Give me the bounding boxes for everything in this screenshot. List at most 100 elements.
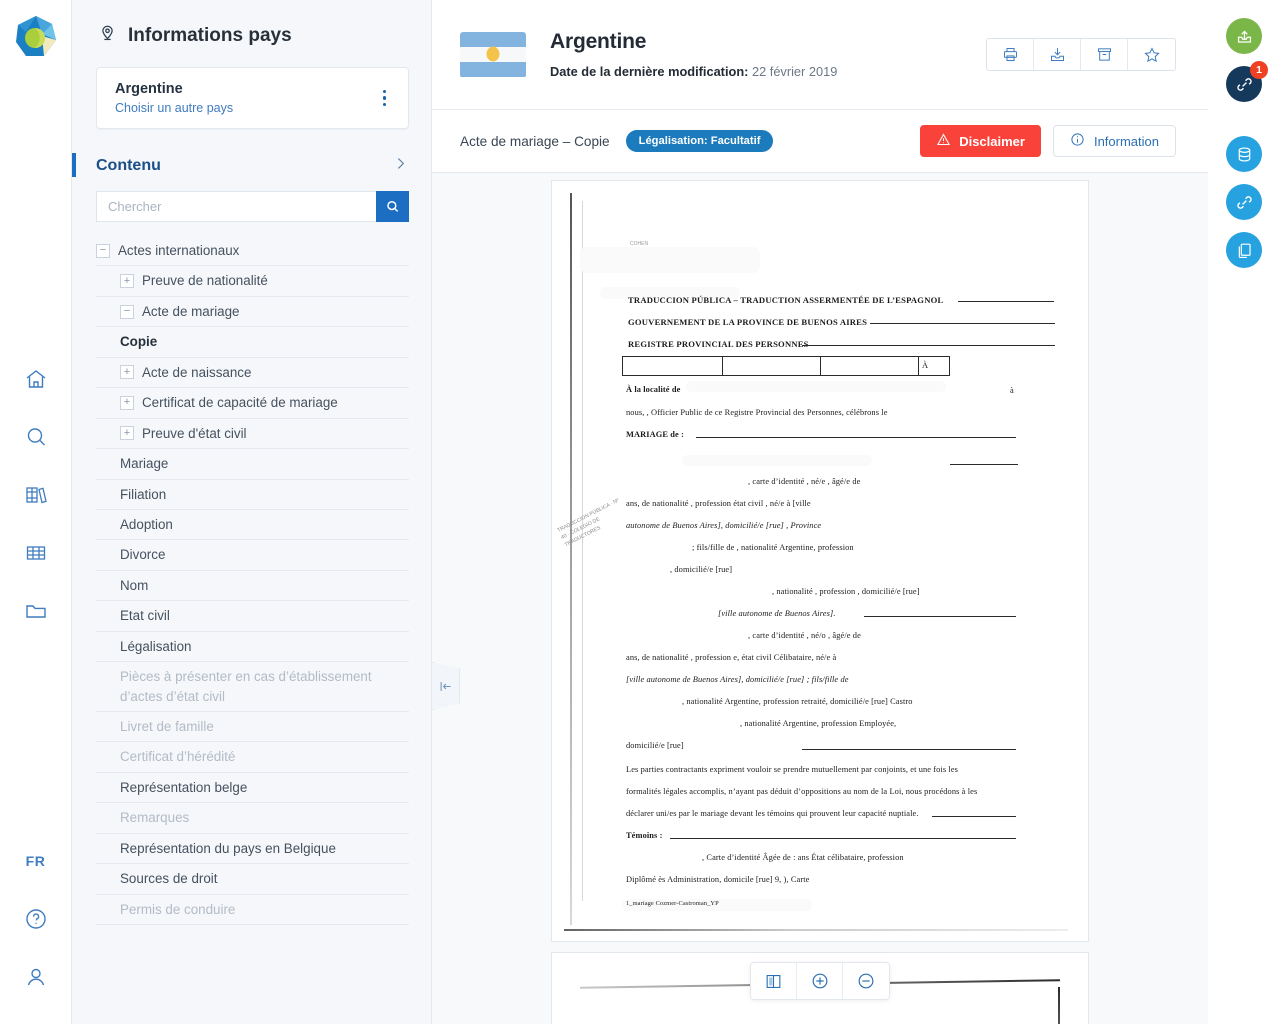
expand-icon[interactable]: +: [120, 395, 134, 410]
help-circle-icon[interactable]: [12, 890, 60, 948]
expand-icon[interactable]: +: [120, 365, 134, 380]
tree-item-label: Mariage: [120, 456, 169, 472]
tree-item[interactable]: − Acte de mariage: [96, 297, 409, 328]
header-text-block: Argentine Date de la dernière modificati…: [550, 30, 837, 79]
right-icon-rail: 1: [1208, 0, 1280, 1024]
kebab-menu-icon[interactable]: [377, 86, 393, 111]
tree-item[interactable]: + Acte de naissance: [96, 358, 409, 389]
tree-item[interactable]: Certificat d’hérédité: [96, 742, 409, 773]
collapse-icon[interactable]: −: [96, 243, 110, 258]
tree-item-label: Divorce: [120, 547, 166, 563]
doc-body-line-13: [ville autonome de Buenos Aires], domici…: [626, 675, 849, 684]
doc-body-line-16: domicilié/e [rue]: [626, 741, 684, 750]
last-modified: Date de la dernière modification: 22 fév…: [550, 64, 837, 79]
tree-item[interactable]: Mariage: [96, 449, 409, 480]
tree-item[interactable]: + Preuve de nationalité: [96, 266, 409, 297]
doc-body-line-12: ans, de nationalité , profession e, état…: [626, 653, 837, 662]
flag-sun: [486, 46, 500, 62]
information-button[interactable]: Information: [1052, 125, 1176, 157]
folder-icon[interactable]: [12, 582, 60, 640]
books-icon[interactable]: [12, 466, 60, 524]
page-layout-icon[interactable]: [751, 963, 797, 999]
doc-footer-note: 1_mariage Cozmer-Castroman_YP: [626, 900, 719, 907]
expand-icon[interactable]: +: [120, 274, 134, 289]
printer-icon[interactable]: [987, 39, 1034, 70]
country-selector-card[interactable]: Argentine Choisir un autre pays: [96, 67, 409, 129]
doc-body-line-15: , nationalité Argentine, profession Empl…: [740, 719, 897, 728]
document-title: Acte de mariage – Copie: [460, 133, 610, 149]
doc-body-line-17: Les parties contractants expriment voulo…: [626, 765, 959, 774]
country-title: Argentine: [550, 30, 647, 53]
doc-body-line-11: , carte d’identité , né/o , âgé/e de: [748, 631, 861, 640]
tree-item[interactable]: Permis de conduire: [96, 895, 409, 926]
tree-item[interactable]: Représentation belge: [96, 773, 409, 804]
argentina-flag: [460, 31, 526, 78]
tree-item-label: Livret de famille: [120, 719, 214, 734]
doc-body-line-2: nous, , Officier Public de ce Registre P…: [626, 408, 888, 417]
left-icon-rail: FR: [0, 0, 72, 1024]
link-button[interactable]: [1226, 184, 1262, 220]
tree-item-label: Remarques: [120, 810, 190, 826]
country-card-text: Argentine Choisir un autre pays: [115, 81, 233, 115]
doc-body-line-22: Diplômé ès Administration, domicile [rue…: [626, 875, 810, 884]
search-submit-button[interactable]: [376, 191, 409, 222]
archive-box-icon[interactable]: [1081, 39, 1128, 70]
tree-item[interactable]: − Actes internationaux: [96, 236, 409, 267]
tree-item[interactable]: Sources de droit: [96, 864, 409, 895]
disclaimer-button[interactable]: Disclaimer: [920, 125, 1041, 157]
home-icon[interactable]: [12, 350, 60, 408]
choose-other-country-link[interactable]: Choisir un autre pays: [115, 101, 233, 115]
tree-item-label: Preuve de nationalité: [142, 273, 268, 289]
tree-item[interactable]: Copie: [96, 327, 409, 358]
tree-item[interactable]: Divorce: [96, 540, 409, 571]
tree-item[interactable]: + Certificat de capacité de mariage: [96, 388, 409, 419]
expand-icon[interactable]: +: [120, 426, 134, 441]
app-logo[interactable]: [12, 12, 60, 60]
tree-item[interactable]: Remarques: [96, 803, 409, 834]
doc-body-line-21: , Carte d’identité Âgée de : ans État cé…: [702, 853, 904, 862]
minus-circle-icon[interactable]: [843, 963, 889, 999]
document-page-1[interactable]: COHEN TRADUCCION PÚBLICA – TRADUCTION AS…: [551, 180, 1089, 942]
tree-item[interactable]: Pièces à présenter en cas d’établissemen…: [96, 662, 409, 712]
star-icon[interactable]: [1128, 39, 1175, 70]
location-pin-icon: [98, 24, 117, 48]
doc-header-line-2: GOUVERNEMENT DE LA PROVINCE DE BUENOS AI…: [628, 317, 868, 327]
tree-item[interactable]: Etat civil: [96, 601, 409, 632]
tree-item[interactable]: Représentation du pays en Belgique: [96, 834, 409, 865]
document-viewer[interactable]: COHEN TRADUCCION PÚBLICA – TRADUCTION AS…: [432, 174, 1208, 1024]
linked-button[interactable]: 1: [1226, 61, 1268, 102]
tree-item[interactable]: Légalisation: [96, 632, 409, 663]
download-tray-icon[interactable]: [1034, 39, 1081, 70]
search-input[interactable]: [96, 191, 376, 222]
tree-item-label: Représentation du pays en Belgique: [120, 840, 336, 856]
tree-item-label: Certificat d’hérédité: [120, 749, 236, 765]
user-icon[interactable]: [12, 948, 60, 1006]
panel-search: [96, 191, 409, 222]
doc-body-line-4: , carte d’identité , né/e , âgé/e de: [748, 477, 861, 486]
last-modified-label: Date de la dernière modification:: [550, 64, 749, 79]
collapse-icon[interactable]: −: [120, 304, 134, 319]
search-icon[interactable]: [12, 408, 60, 466]
tree-item[interactable]: + Preuve d'état civil: [96, 419, 409, 450]
scanned-document-page: COHEN TRADUCCION PÚBLICA – TRADUCTION AS…: [552, 181, 1088, 941]
tree-item[interactable]: Nom: [96, 571, 409, 602]
tree-item-label: Certificat de capacité de mariage: [142, 395, 338, 411]
upload-button[interactable]: [1226, 18, 1262, 54]
database-button[interactable]: [1226, 136, 1262, 172]
contenu-section-header[interactable]: Contenu: [72, 153, 409, 177]
tree-item[interactable]: Filiation: [96, 480, 409, 510]
tree-item[interactable]: Livret de famille: [96, 712, 409, 743]
tree-item-label: Etat civil: [120, 608, 170, 624]
doc-body-line-6: autonome de Buenos Aires], domicilié/e […: [626, 521, 822, 530]
plus-circle-icon[interactable]: [797, 963, 843, 999]
tree-item-label: Acte de naissance: [142, 364, 252, 380]
tree-item[interactable]: Adoption: [96, 510, 409, 541]
country-info-panel: Informations pays Argentine Choisir un a…: [72, 0, 432, 1024]
chevron-right-icon[interactable]: [392, 155, 409, 177]
copy-button[interactable]: [1226, 232, 1262, 268]
language-switch[interactable]: FR: [12, 832, 60, 890]
collapse-panel-left-icon[interactable]: [432, 662, 460, 710]
doc-header-line-3: REGISTRE PROVINCIAL DES PERSONNES: [628, 339, 809, 349]
tree-item-label: Représentation belge: [120, 779, 248, 795]
table-icon[interactable]: [12, 524, 60, 582]
